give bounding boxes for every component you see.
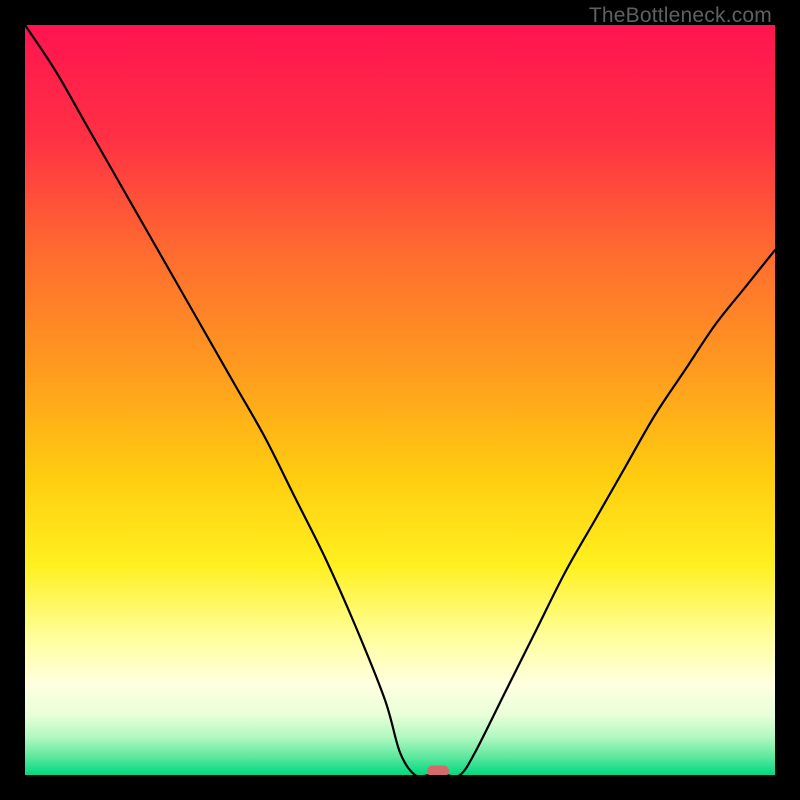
bottleneck-minimum-marker: [427, 766, 449, 776]
bottleneck-curve-svg: [25, 25, 775, 775]
plot-area: [25, 25, 775, 775]
chart-frame: TheBottleneck.com: [0, 0, 800, 800]
bottleneck-curve-line: [25, 25, 775, 775]
